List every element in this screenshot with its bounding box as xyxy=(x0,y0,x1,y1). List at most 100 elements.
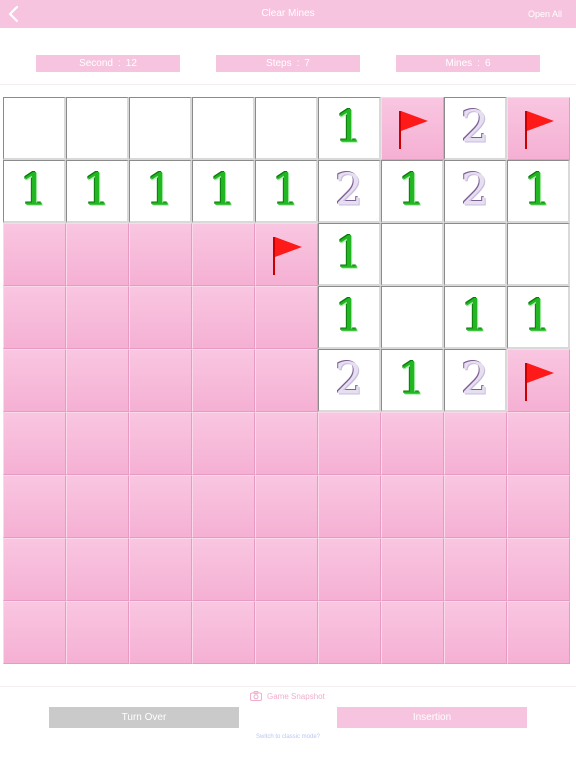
divider-bottom xyxy=(0,686,576,687)
number-cell[interactable]: 1 xyxy=(381,160,444,223)
covered-cell[interactable] xyxy=(129,223,192,286)
cell-number: 1 xyxy=(83,165,111,216)
covered-cell[interactable] xyxy=(507,601,570,664)
open-cell[interactable] xyxy=(381,223,444,286)
seconds-separator: : xyxy=(118,58,121,69)
covered-cell[interactable] xyxy=(3,601,66,664)
covered-cell[interactable] xyxy=(255,349,318,412)
number-cell[interactable]: 1 xyxy=(255,160,318,223)
flagged-cell[interactable] xyxy=(381,97,444,160)
cell-number: 2 xyxy=(461,354,489,405)
covered-cell[interactable] xyxy=(444,412,507,475)
covered-cell[interactable] xyxy=(192,286,255,349)
insertion-button[interactable]: Insertion xyxy=(337,707,527,728)
covered-cell[interactable] xyxy=(192,349,255,412)
game-screen: Clear Mines Open All Second:12 Steps:7 M… xyxy=(0,0,576,768)
covered-cell[interactable] xyxy=(66,286,129,349)
covered-cell[interactable] xyxy=(381,412,444,475)
covered-cell[interactable] xyxy=(255,286,318,349)
open-cell[interactable] xyxy=(66,97,129,160)
covered-cell[interactable] xyxy=(318,475,381,538)
covered-cell[interactable] xyxy=(192,475,255,538)
number-cell[interactable]: 1 xyxy=(318,223,381,286)
covered-cell[interactable] xyxy=(3,475,66,538)
covered-cell[interactable] xyxy=(381,601,444,664)
covered-cell[interactable] xyxy=(255,475,318,538)
covered-cell[interactable] xyxy=(129,412,192,475)
covered-cell[interactable] xyxy=(507,412,570,475)
number-cell[interactable]: 1 xyxy=(507,286,570,349)
covered-cell[interactable] xyxy=(444,475,507,538)
covered-cell[interactable] xyxy=(255,601,318,664)
number-cell[interactable]: 1 xyxy=(318,97,381,160)
number-cell[interactable]: 2 xyxy=(444,97,507,160)
number-cell[interactable]: 1 xyxy=(507,160,570,223)
covered-cell[interactable] xyxy=(507,538,570,601)
open-cell[interactable] xyxy=(3,97,66,160)
covered-cell[interactable] xyxy=(66,601,129,664)
covered-cell[interactable] xyxy=(66,223,129,286)
flagged-cell[interactable] xyxy=(255,223,318,286)
covered-cell[interactable] xyxy=(318,601,381,664)
flagged-cell[interactable] xyxy=(507,349,570,412)
number-cell[interactable]: 1 xyxy=(66,160,129,223)
covered-cell[interactable] xyxy=(129,475,192,538)
open-cell[interactable] xyxy=(255,97,318,160)
covered-cell[interactable] xyxy=(192,412,255,475)
switch-mode-link[interactable]: Switch to classic mode? xyxy=(0,734,576,740)
open-all-button[interactable]: Open All xyxy=(528,0,562,28)
mine-board: 121111121211111212 xyxy=(3,97,573,667)
covered-cell[interactable] xyxy=(255,412,318,475)
open-cell[interactable] xyxy=(381,286,444,349)
covered-cell[interactable] xyxy=(129,349,192,412)
open-cell[interactable] xyxy=(129,97,192,160)
number-cell[interactable]: 1 xyxy=(318,286,381,349)
number-cell[interactable]: 1 xyxy=(444,286,507,349)
number-cell[interactable]: 2 xyxy=(318,349,381,412)
covered-cell[interactable] xyxy=(444,538,507,601)
covered-cell[interactable] xyxy=(129,601,192,664)
number-cell[interactable]: 1 xyxy=(3,160,66,223)
covered-cell[interactable] xyxy=(381,538,444,601)
covered-cell[interactable] xyxy=(192,601,255,664)
cell-number: 2 xyxy=(335,165,363,216)
flagged-cell[interactable] xyxy=(507,97,570,160)
number-cell[interactable]: 1 xyxy=(192,160,255,223)
open-cell[interactable] xyxy=(192,97,255,160)
number-cell[interactable]: 2 xyxy=(444,160,507,223)
covered-cell[interactable] xyxy=(318,412,381,475)
cell-number: 1 xyxy=(335,291,363,342)
covered-cell[interactable] xyxy=(3,349,66,412)
steps-counter: Steps:7 xyxy=(216,55,360,72)
covered-cell[interactable] xyxy=(192,538,255,601)
open-cell[interactable] xyxy=(507,223,570,286)
covered-cell[interactable] xyxy=(66,412,129,475)
turn-over-button[interactable]: Turn Over xyxy=(49,707,239,728)
covered-cell[interactable] xyxy=(66,349,129,412)
steps-value: 7 xyxy=(304,58,310,69)
covered-cell[interactable] xyxy=(129,538,192,601)
number-cell[interactable]: 1 xyxy=(129,160,192,223)
covered-cell[interactable] xyxy=(192,223,255,286)
covered-cell[interactable] xyxy=(3,538,66,601)
cell-number: 1 xyxy=(209,165,237,216)
number-cell[interactable]: 2 xyxy=(318,160,381,223)
covered-cell[interactable] xyxy=(381,475,444,538)
covered-cell[interactable] xyxy=(3,223,66,286)
covered-cell[interactable] xyxy=(255,538,318,601)
cell-number: 1 xyxy=(335,228,363,279)
cell-number: 1 xyxy=(398,354,426,405)
covered-cell[interactable] xyxy=(66,475,129,538)
game-snapshot-button[interactable]: Game Snapshot xyxy=(250,690,325,702)
covered-cell[interactable] xyxy=(318,538,381,601)
page-title: Clear Mines xyxy=(261,8,315,19)
open-cell[interactable] xyxy=(444,223,507,286)
number-cell[interactable]: 2 xyxy=(444,349,507,412)
covered-cell[interactable] xyxy=(507,475,570,538)
number-cell[interactable]: 1 xyxy=(381,349,444,412)
covered-cell[interactable] xyxy=(66,538,129,601)
covered-cell[interactable] xyxy=(3,286,66,349)
covered-cell[interactable] xyxy=(129,286,192,349)
covered-cell[interactable] xyxy=(444,601,507,664)
covered-cell[interactable] xyxy=(3,412,66,475)
